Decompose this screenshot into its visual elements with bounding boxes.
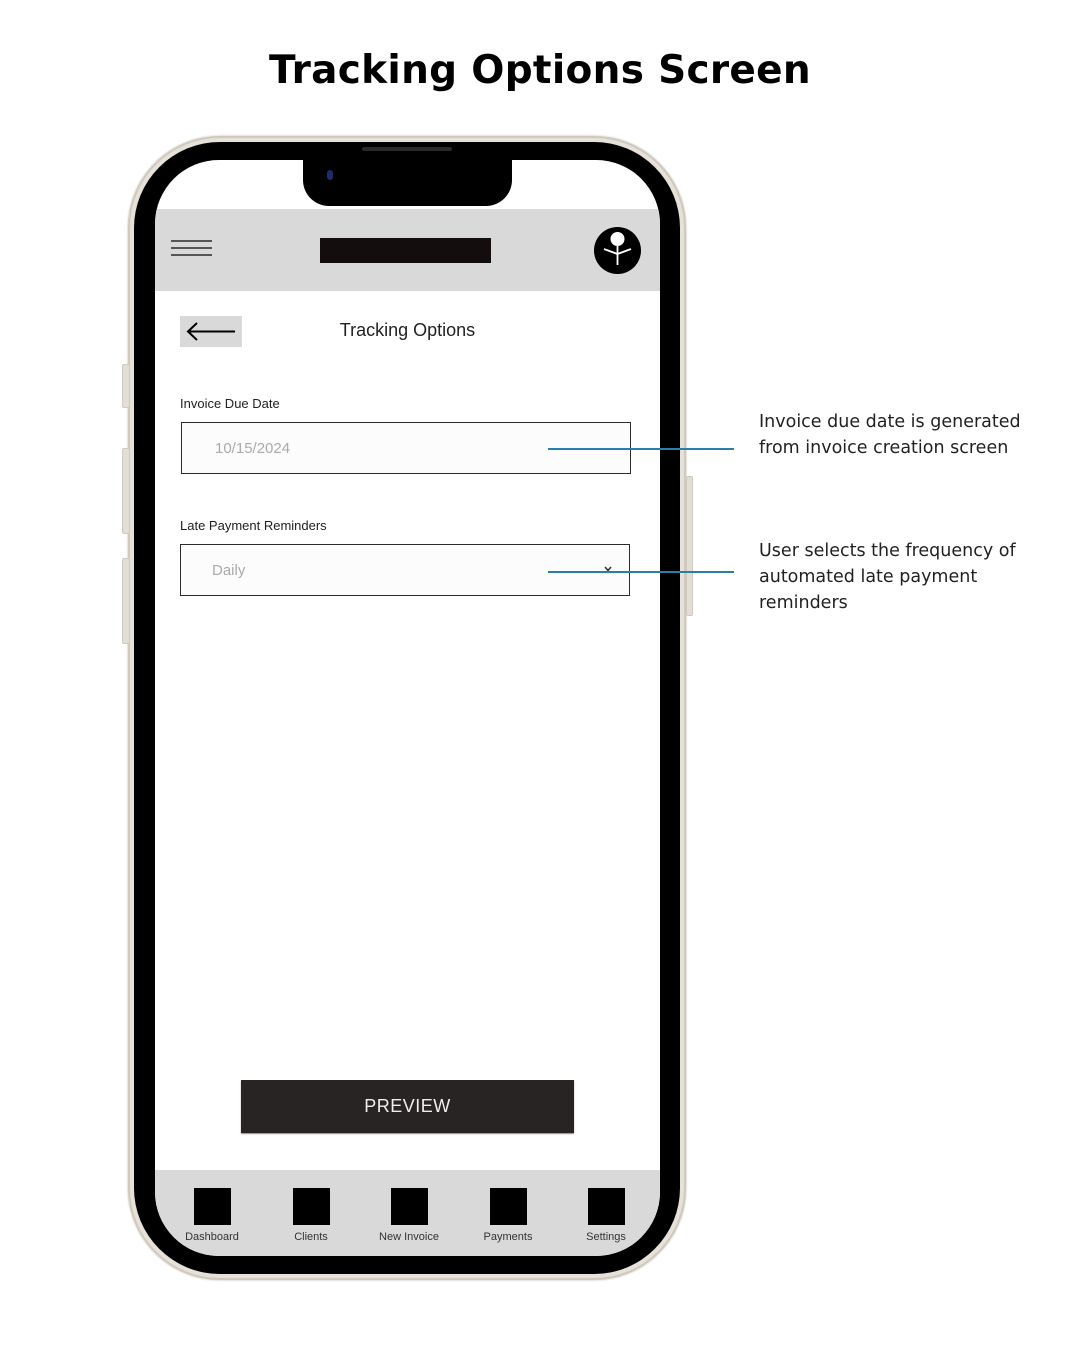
phone-volume-up (122, 448, 130, 534)
camera-icon (327, 170, 333, 180)
phone-volume-down (122, 558, 130, 644)
nav-label: Clients (294, 1231, 328, 1243)
app-logo-placeholder (320, 238, 491, 263)
callout-line-reminders (548, 571, 734, 573)
clients-icon (292, 1188, 330, 1225)
nav-label: Settings (586, 1231, 626, 1243)
nav-item-new-invoice[interactable]: New Invoice (369, 1188, 449, 1243)
nav-label: Payments (483, 1231, 533, 1243)
late-payment-reminders-value: Daily (212, 562, 246, 579)
nav-label: New Invoice (379, 1231, 439, 1243)
settings-icon (587, 1188, 625, 1225)
hamburger-menu-icon[interactable] (171, 240, 212, 258)
callout-line-due-date (548, 448, 734, 450)
nav-item-payments[interactable]: Payments (468, 1188, 548, 1243)
phone-mute-switch (122, 364, 130, 408)
invoice-due-date-value: 10/15/2024 (215, 440, 291, 457)
page-title: Tracking Options Screen (269, 48, 811, 93)
phone-notch (303, 160, 512, 206)
annotation-reminders: User selects the frequency of automated … (759, 541, 1016, 613)
preview-button[interactable]: PREVIEW (241, 1080, 574, 1133)
bottom-nav: Dashboard Clients New Invoice Payments S… (155, 1170, 660, 1256)
late-payment-reminders-dropdown[interactable]: Daily (180, 544, 630, 596)
phone-power-button (686, 476, 693, 616)
dashboard-icon (193, 1188, 231, 1225)
nav-item-settings[interactable]: Settings (566, 1188, 646, 1243)
new-invoice-icon (390, 1188, 428, 1225)
nav-item-clients[interactable]: Clients (271, 1188, 351, 1243)
payments-icon (489, 1188, 527, 1225)
annotation-due-date: Invoice due date is generated from invoi… (759, 412, 1021, 458)
user-avatar-icon[interactable] (594, 227, 641, 274)
screen-title: Tracking Options (339, 320, 476, 340)
invoice-due-date-label: Invoice Due Date (180, 396, 280, 411)
phone-speaker (362, 147, 452, 151)
phone-screen: Tracking Options Invoice Due Date 10/15/… (155, 160, 660, 1256)
late-payment-reminders-label: Late Payment Reminders (180, 518, 327, 533)
nav-label: Dashboard (185, 1231, 239, 1243)
nav-item-dashboard[interactable]: Dashboard (172, 1188, 252, 1243)
app-header (155, 209, 660, 291)
